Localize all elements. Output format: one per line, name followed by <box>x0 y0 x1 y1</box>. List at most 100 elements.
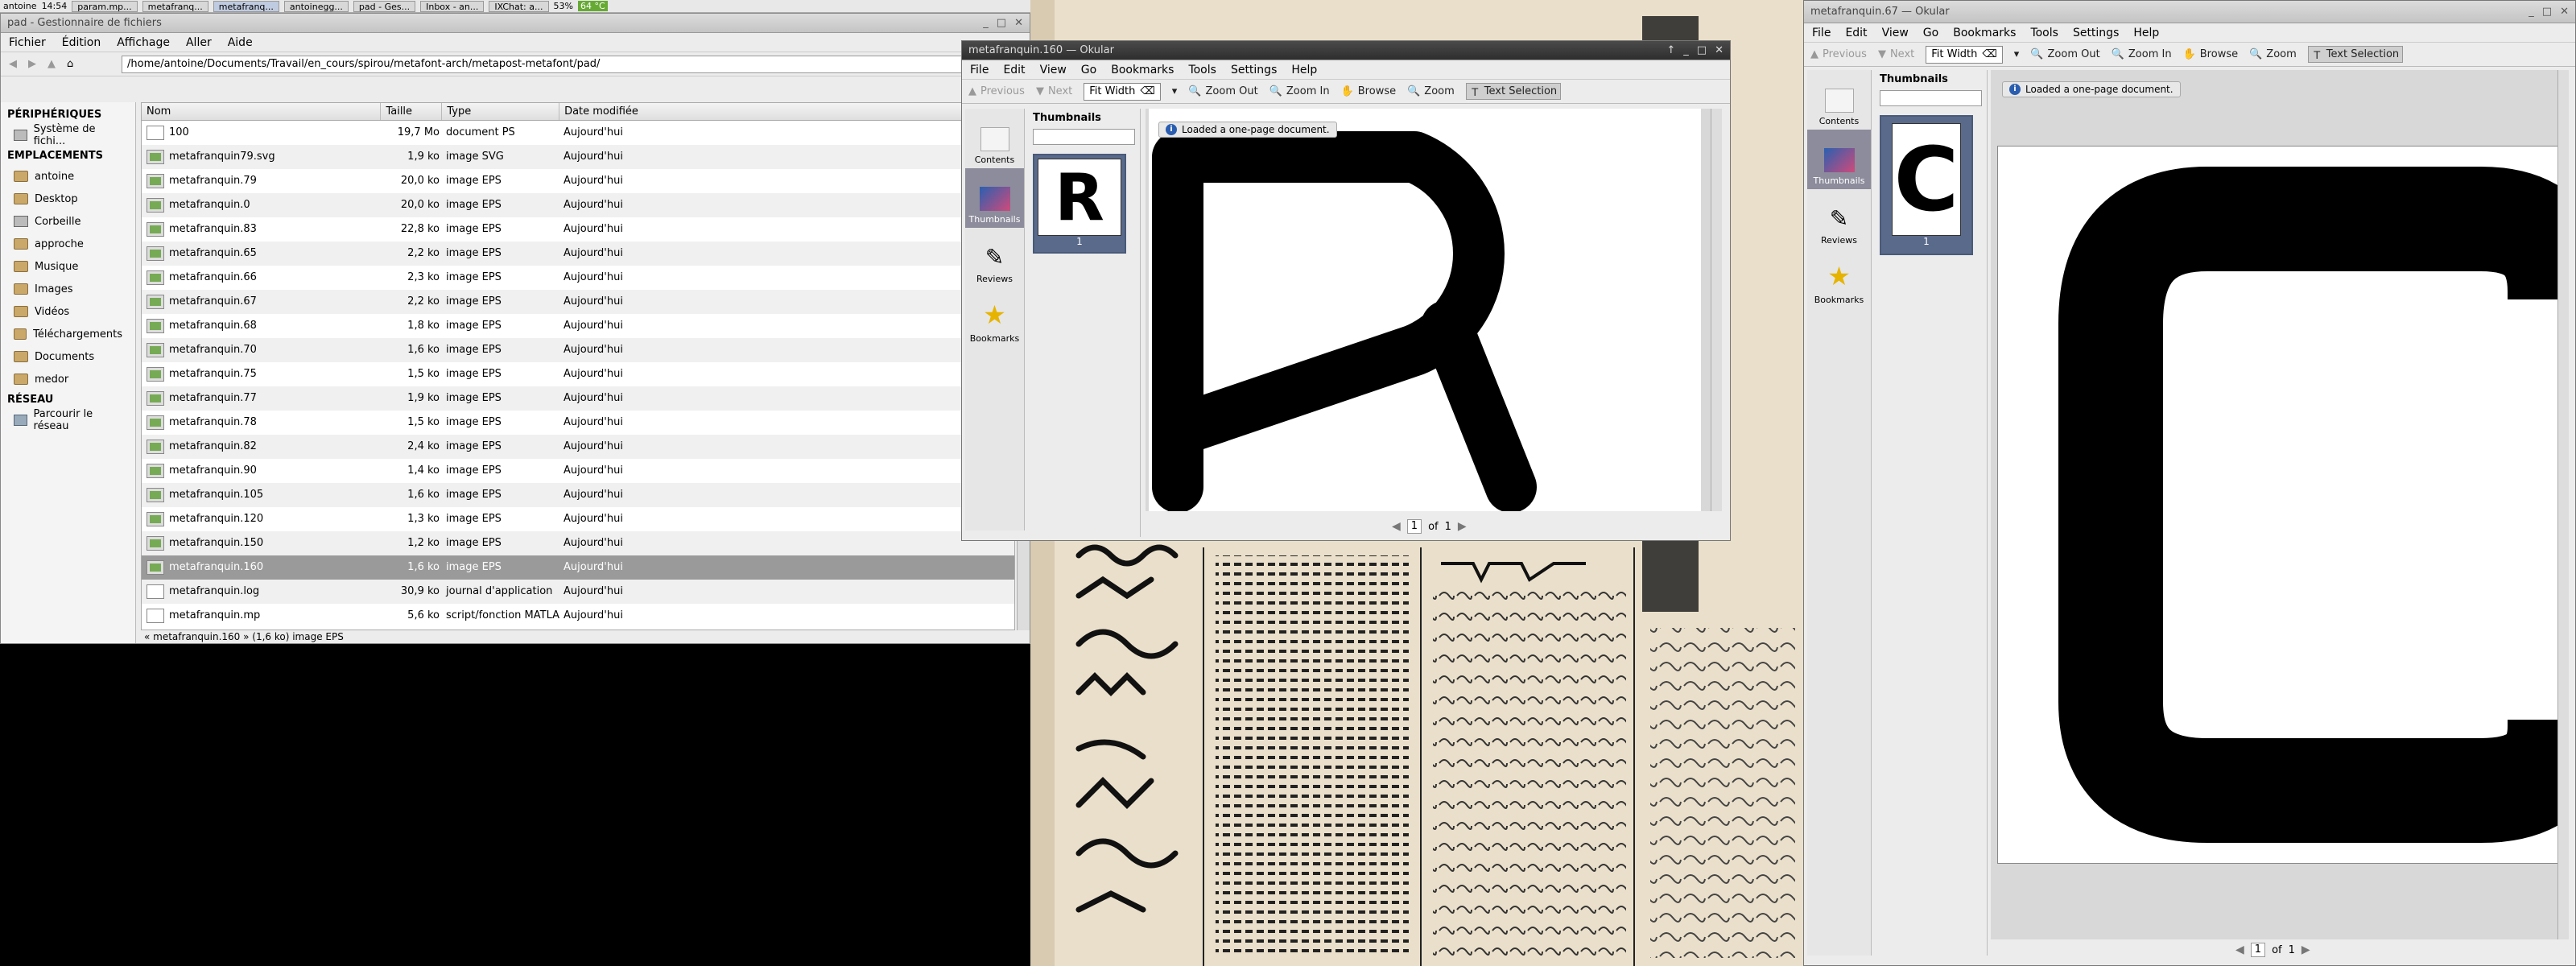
table-row[interactable]: 100 19,7 Mo document PS Aujourd'hui <box>142 121 1014 145</box>
okular-titlebar[interactable]: metafranquin.160 — Okular ↑ _ □ ✕ <box>962 41 1730 60</box>
table-row[interactable]: metafranquin.120 1,3 ko image EPS Aujourd'h… <box>142 507 1014 531</box>
text-selection-button[interactable]: Ｔ Text Selection <box>2307 46 2404 63</box>
taskbar-task[interactable]: param.mp... <box>72 0 138 12</box>
menu-edit[interactable]: Edit <box>1845 27 1867 39</box>
previous-button[interactable]: ▲ Previous <box>1810 48 1867 60</box>
taskbar-task[interactable]: IXChat: a... <box>489 0 549 12</box>
vertical-scrollbar[interactable] <box>2557 70 2569 939</box>
sidebar-item-trash[interactable]: Corbeille <box>1 210 135 233</box>
page-thumbnail[interactable]: R 1 <box>1033 154 1126 254</box>
table-row[interactable]: metafranquin.90 1,4 ko image EPS Aujourd'hu… <box>142 459 1014 483</box>
column-name[interactable]: Nom <box>142 103 382 120</box>
menu-affichage[interactable]: Affichage <box>117 36 170 49</box>
table-row[interactable]: metafranquin.78 1,5 ko image EPS Aujourd'hu… <box>142 411 1014 435</box>
maximize-icon[interactable]: □ <box>1697 41 1707 60</box>
menu-view[interactable]: View <box>1040 64 1067 76</box>
home-icon[interactable]: ⌂ <box>67 58 73 70</box>
table-row[interactable]: metafranquin.82 2,4 ko image EPS Aujourd'hu… <box>142 435 1014 459</box>
taskbar-task[interactable]: metafranq... <box>213 0 279 12</box>
menu-help[interactable]: Help <box>1291 64 1317 76</box>
menu-go[interactable]: Go <box>1923 27 1938 39</box>
zoom-dropdown[interactable]: ▾ <box>2014 48 2020 60</box>
taskbar-task[interactable]: metafranq... <box>142 0 208 12</box>
column-date[interactable]: Date modifiée <box>559 103 1014 120</box>
table-row[interactable]: metafranquin.67 2,2 ko image EPS Aujourd'hu… <box>142 290 1014 314</box>
table-row[interactable]: metafranquin.65 2,2 ko image EPS Aujourd'hu… <box>142 242 1014 266</box>
previous-button[interactable]: ▲ Previous <box>968 85 1025 97</box>
next-button[interactable]: ▼ Next <box>1036 85 1072 97</box>
menu-aide[interactable]: Aide <box>228 36 253 49</box>
table-row[interactable]: metafranquin.75 1,5 ko image EPS Aujourd'hu… <box>142 362 1014 386</box>
browse-button[interactable]: ✋ Browse <box>1341 85 1397 97</box>
zoom-tool-button[interactable]: 🔍 Zoom <box>2249 48 2297 60</box>
taskbar-task[interactable]: antoinegg... <box>283 0 349 12</box>
browse-button[interactable]: ✋ Browse <box>2183 48 2239 60</box>
menu-aller[interactable]: Aller <box>186 36 212 49</box>
column-size[interactable]: Taille <box>381 103 443 120</box>
zoom-in-button[interactable]: 🔍 Zoom In <box>2112 48 2172 60</box>
tab-bookmarks[interactable]: ★ Bookmarks <box>1807 249 1871 308</box>
zoom-mode-select[interactable]: Fit Width ⌫ <box>1926 45 2003 64</box>
table-row[interactable]: metafranquin.log 30,9 ko journal d'applica… <box>142 580 1014 604</box>
menu-bookmarks[interactable]: Bookmarks <box>1111 64 1174 76</box>
menu-tools[interactable]: Tools <box>2030 27 2058 39</box>
close-icon[interactable]: ✕ <box>1014 14 1023 32</box>
tab-reviews[interactable]: ✎ Reviews <box>1807 189 1871 249</box>
zoom-tool-button[interactable]: 🔍 Zoom <box>1407 85 1455 97</box>
sidebar-item-videos[interactable]: Vidéos <box>1 300 135 323</box>
menu-file[interactable]: File <box>970 64 989 76</box>
sidebar-item-music[interactable]: Musique <box>1 255 135 278</box>
zoom-in-button[interactable]: 🔍 Zoom In <box>1269 85 1330 97</box>
path-bar[interactable]: /home/antoine/Documents/Travail/en_cours… <box>122 56 1022 73</box>
table-row[interactable]: metafranquin.105 1,6 ko image EPS Aujourd'h… <box>142 483 1014 507</box>
thumbnail-search-input[interactable] <box>1880 90 1982 106</box>
zoom-dropdown[interactable]: ▾ <box>1172 85 1178 97</box>
menu-fichier[interactable]: Fichier <box>9 36 46 49</box>
table-row[interactable]: metafranquin.83 22,8 ko image EPS Aujourd'h… <box>142 217 1014 242</box>
thumbnail-search-input[interactable] <box>1033 129 1135 145</box>
text-selection-button[interactable]: Ｔ Text Selection <box>1465 83 1562 100</box>
menu-file[interactable]: File <box>1812 27 1831 39</box>
zoom-mode-select[interactable]: Fit Width ⌫ <box>1084 82 1161 101</box>
menu-edition[interactable]: Édition <box>62 36 101 49</box>
tab-contents[interactable]: Contents <box>1807 70 1871 130</box>
table-row[interactable]: metafranquin.mp 5,6 ko script/fonction MAT… <box>142 604 1014 628</box>
tab-reviews[interactable]: ✎ Reviews <box>965 228 1024 287</box>
prev-page-icon[interactable]: ◀ <box>2235 943 2244 956</box>
tab-bookmarks[interactable]: ★ Bookmarks <box>965 287 1024 347</box>
sidebar-item-filesystem[interactable]: Système de fichi... <box>1 123 135 147</box>
menu-tools[interactable]: Tools <box>1188 64 1216 76</box>
menu-settings[interactable]: Settings <box>2073 27 2119 39</box>
maximize-icon[interactable]: □ <box>997 14 1006 32</box>
menu-bookmarks[interactable]: Bookmarks <box>1953 27 2016 39</box>
zoom-out-button[interactable]: 🔍 Zoom Out <box>1188 85 1257 97</box>
menu-help[interactable]: Help <box>2133 27 2159 39</box>
tab-thumbnails[interactable]: Thumbnails <box>1807 130 1871 189</box>
up-icon[interactable]: ▲ <box>47 58 56 70</box>
zoom-out-button[interactable]: 🔍 Zoom Out <box>2030 48 2099 60</box>
close-icon[interactable]: ✕ <box>2560 1 2569 23</box>
table-row[interactable]: metafranquin.160 1,6 ko image EPS Aujourd'h… <box>142 555 1014 580</box>
table-row[interactable]: metafranquin.68 1,8 ko image EPS Aujourd'hu… <box>142 314 1014 338</box>
vertical-scrollbar[interactable] <box>1711 109 1722 511</box>
page-thumbnail[interactable]: C 1 <box>1880 115 1973 255</box>
tab-thumbnails[interactable]: Thumbnails <box>965 168 1024 228</box>
sidebar-item-medor[interactable]: medor <box>1 368 135 390</box>
sidebar-item-desktop[interactable]: Desktop <box>1 188 135 210</box>
table-row[interactable]: metafranquin.150 1,2 ko image EPS Aujourd'h… <box>142 531 1014 555</box>
minimize-icon[interactable]: _ <box>2529 1 2534 23</box>
next-page-icon[interactable]: ▶ <box>2301 943 2310 956</box>
menu-settings[interactable]: Settings <box>1231 64 1277 76</box>
table-row[interactable]: metafranquin.66 2,3 ko image EPS Aujourd'hu… <box>142 266 1014 290</box>
sidebar-item-downloads[interactable]: Téléchargements <box>1 323 135 345</box>
file-manager-titlebar[interactable]: pad - Gestionnaire de fichiers _ □ ✕ <box>1 14 1030 33</box>
sidebar-item-network[interactable]: Parcourir le réseau <box>1 408 135 432</box>
sidebar-item-antoine[interactable]: antoine <box>1 165 135 188</box>
table-row[interactable]: metafranquin.70 1,6 ko image EPS Aujourd'hu… <box>142 338 1014 362</box>
page-number-input[interactable]: 1 <box>1406 519 1422 534</box>
table-row[interactable]: metafranquin.0 20,0 ko image EPS Aujourd'hu… <box>142 193 1014 217</box>
maximize-icon[interactable]: □ <box>2542 1 2552 23</box>
sidebar-item-images[interactable]: Images <box>1 278 135 300</box>
table-row[interactable]: metafranquin.79 20,0 ko image EPS Aujourd'h… <box>142 169 1014 193</box>
next-button[interactable]: ▼ Next <box>1878 48 1914 60</box>
